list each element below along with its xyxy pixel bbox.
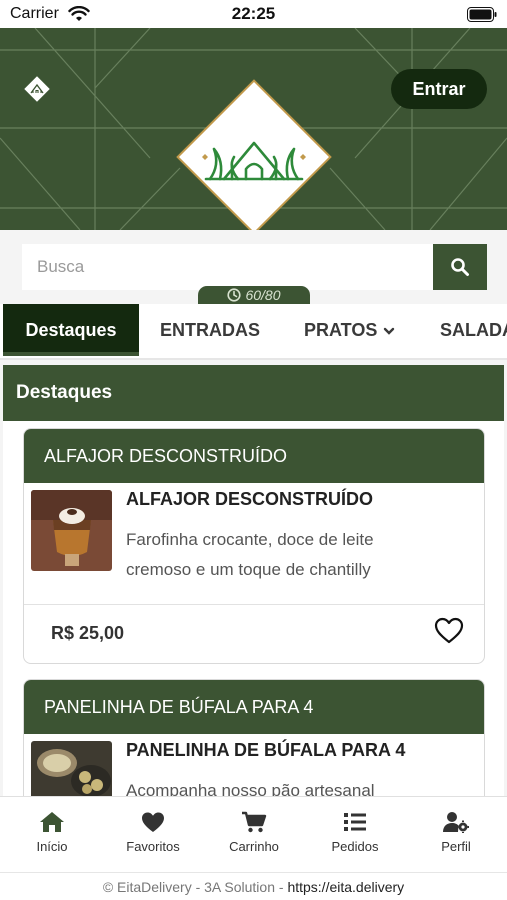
product-card[interactable]: PANELINHA DE BÚFALA PARA 4 PANELINHA DE … xyxy=(23,679,485,796)
footer-link[interactable]: https://eita.delivery xyxy=(287,879,404,895)
tab-destaques[interactable]: Destaques xyxy=(3,304,139,356)
nav-inicio-label: Início xyxy=(36,839,68,854)
clock: 22:25 xyxy=(231,4,276,23)
product-description: Acompanha nosso pão artesanal xyxy=(126,781,375,796)
product-name: ALFAJOR DESCONSTRUÍDO xyxy=(126,489,374,509)
nav-pedidos[interactable]: Pedidos xyxy=(305,811,405,854)
section-body: ALFAJOR DESCONSTRUÍDO ALFAJOR DESCONSTRU… xyxy=(3,421,504,796)
buffalo-dish-photo xyxy=(31,741,112,796)
tab-pratos[interactable]: PRATOS xyxy=(304,304,395,356)
heart-icon xyxy=(142,812,164,832)
product-name: PANELINHA DE BÚFALA PARA 4 xyxy=(126,740,406,760)
hero-banner: Entrar xyxy=(0,28,507,230)
nav-perfil[interactable]: Perfil xyxy=(406,811,506,854)
product-card[interactable]: ALFAJOR DESCONSTRUÍDO ALFAJOR DESCONSTRU… xyxy=(23,428,485,664)
capacity-value: 60/80 xyxy=(245,287,281,303)
home-icon xyxy=(40,812,64,832)
tab-pratos-label: PRATOS xyxy=(304,320,378,340)
list-icon xyxy=(344,813,366,831)
product-list: Destaques ALFAJOR DESCONSTRUÍDO ALFAJOR … xyxy=(0,360,507,796)
search-area: 60/80 xyxy=(0,230,507,304)
status-bar: Carrier 22:25 xyxy=(0,0,507,28)
nav-perfil-label: Perfil xyxy=(441,839,471,854)
product-price: R$ 25,00 xyxy=(51,623,125,643)
nav-favoritos-label: Favoritos xyxy=(126,839,180,854)
heart-icon[interactable] xyxy=(434,617,464,645)
chevron-down-icon xyxy=(384,327,395,335)
bottom-navigation: Início Favoritos Carrinho Pedidos Perfil xyxy=(0,796,507,872)
nav-carrinho-label: Carrinho xyxy=(229,839,279,854)
product-description: Farofinha crocante, doce de leite cremos… xyxy=(126,530,374,579)
user-gear-icon xyxy=(443,812,469,833)
nav-favoritos[interactable]: Favoritos xyxy=(103,811,203,854)
footer: © EitaDelivery - 3A Solution - https://e… xyxy=(0,872,507,900)
login-button[interactable]: Entrar xyxy=(391,69,487,109)
nav-inicio[interactable]: Início xyxy=(2,811,102,854)
product-card-header: ALFAJOR DESCONSTRUÍDO xyxy=(24,429,484,483)
tab-saladas[interactable]: SALADAS xyxy=(440,304,507,356)
nav-pedidos-label: Pedidos xyxy=(331,839,379,854)
search-button[interactable] xyxy=(433,244,487,290)
product-image[interactable] xyxy=(31,741,112,796)
footer-text: © EitaDelivery - 3A Solution - xyxy=(102,879,288,895)
product-image[interactable] xyxy=(31,490,112,571)
search-icon xyxy=(451,258,469,276)
clock-icon xyxy=(227,288,242,302)
section-title: Destaques xyxy=(3,365,504,421)
tab-entradas[interactable]: ENTRADAS xyxy=(160,304,260,356)
category-tabs: Destaques ENTRADAS PRATOS SALADAS xyxy=(0,304,507,360)
dessert-photo xyxy=(31,490,112,571)
product-card-header: PANELINHA DE BÚFALA PARA 4 xyxy=(24,680,484,734)
nav-carrinho[interactable]: Carrinho xyxy=(204,811,304,854)
restaurant-logo xyxy=(176,79,332,230)
battery-icon xyxy=(467,7,497,22)
cart-icon xyxy=(242,811,267,833)
home-logo-icon[interactable] xyxy=(22,74,52,104)
divider xyxy=(24,604,484,605)
capacity-indicator: 60/80 xyxy=(198,286,310,304)
search-input[interactable] xyxy=(22,244,433,290)
